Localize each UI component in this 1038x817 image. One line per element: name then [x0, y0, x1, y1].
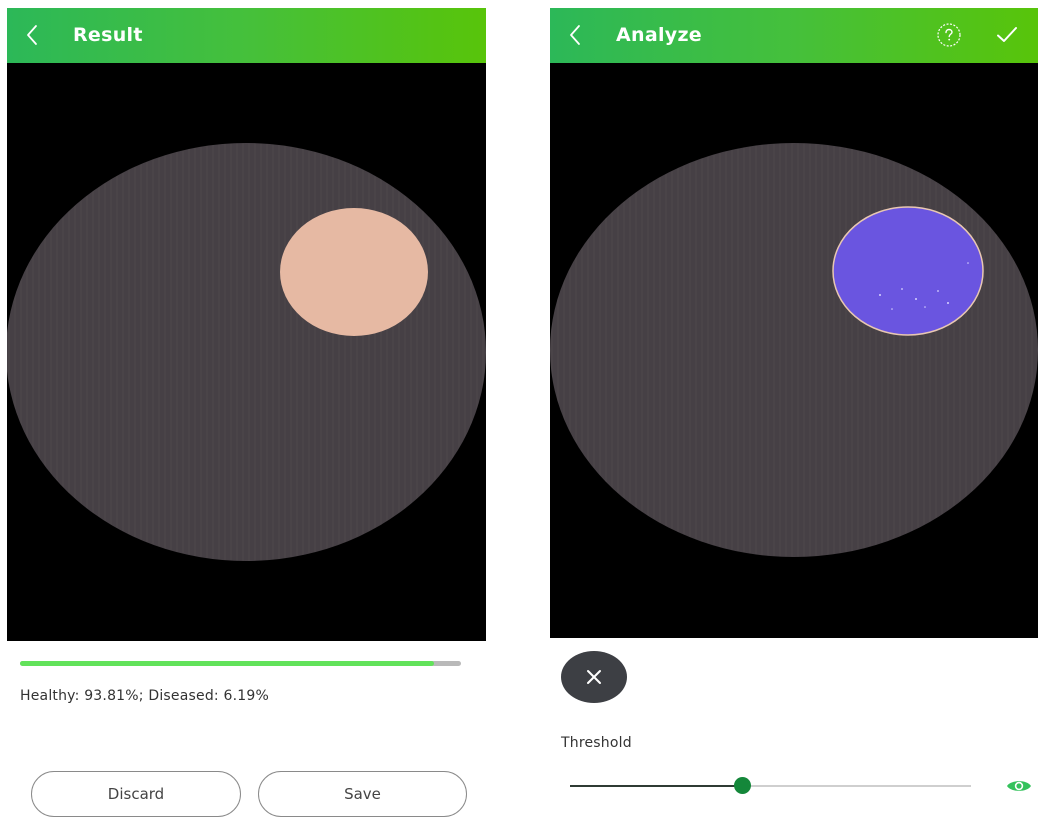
discard-button[interactable]: Discard [31, 771, 241, 817]
analyze-back-button[interactable] [564, 21, 586, 49]
result-summary-text: Healthy: 93.81%; Diseased: 6.19% [20, 688, 269, 704]
health-progress-fill [20, 661, 434, 666]
question-circle-icon [937, 23, 961, 47]
result-app-bar: Result [7, 8, 486, 63]
lesion-spot [280, 208, 428, 336]
threshold-slider-thumb[interactable] [734, 777, 752, 794]
threshold-slider-fill [570, 785, 743, 787]
result-back-button[interactable] [21, 21, 43, 49]
confirm-button[interactable] [995, 23, 1019, 47]
threshold-label: Threshold [561, 735, 632, 751]
result-screen: Result Healthy: 93.81%; Diseased: 6.19% … [7, 0, 486, 817]
close-icon [587, 670, 601, 684]
result-leaf-image [7, 143, 486, 561]
result-image-viewer [7, 63, 486, 641]
analyze-image-viewer [550, 63, 1038, 638]
leaf-disc [7, 143, 486, 561]
chevron-left-icon [570, 25, 580, 45]
chevron-left-icon [27, 25, 37, 45]
analyze-app-bar: Analyze [550, 8, 1038, 63]
threshold-slider[interactable] [570, 777, 971, 794]
leaf-disc [550, 143, 1038, 557]
close-button[interactable] [561, 651, 627, 703]
analyze-screen: Analyze Threshold [550, 0, 1038, 816]
eye-icon [1007, 781, 1031, 791]
visibility-toggle[interactable] [1006, 778, 1032, 794]
analyze-leaf-image [550, 143, 1038, 557]
help-button[interactable] [936, 22, 962, 48]
analyze-page-title: Analyze [616, 24, 702, 46]
save-button[interactable]: Save [258, 771, 467, 817]
lesion-mask-overlay [832, 206, 984, 336]
check-icon [997, 27, 1017, 42]
health-progress-bar [20, 661, 461, 666]
result-page-title: Result [73, 24, 143, 46]
